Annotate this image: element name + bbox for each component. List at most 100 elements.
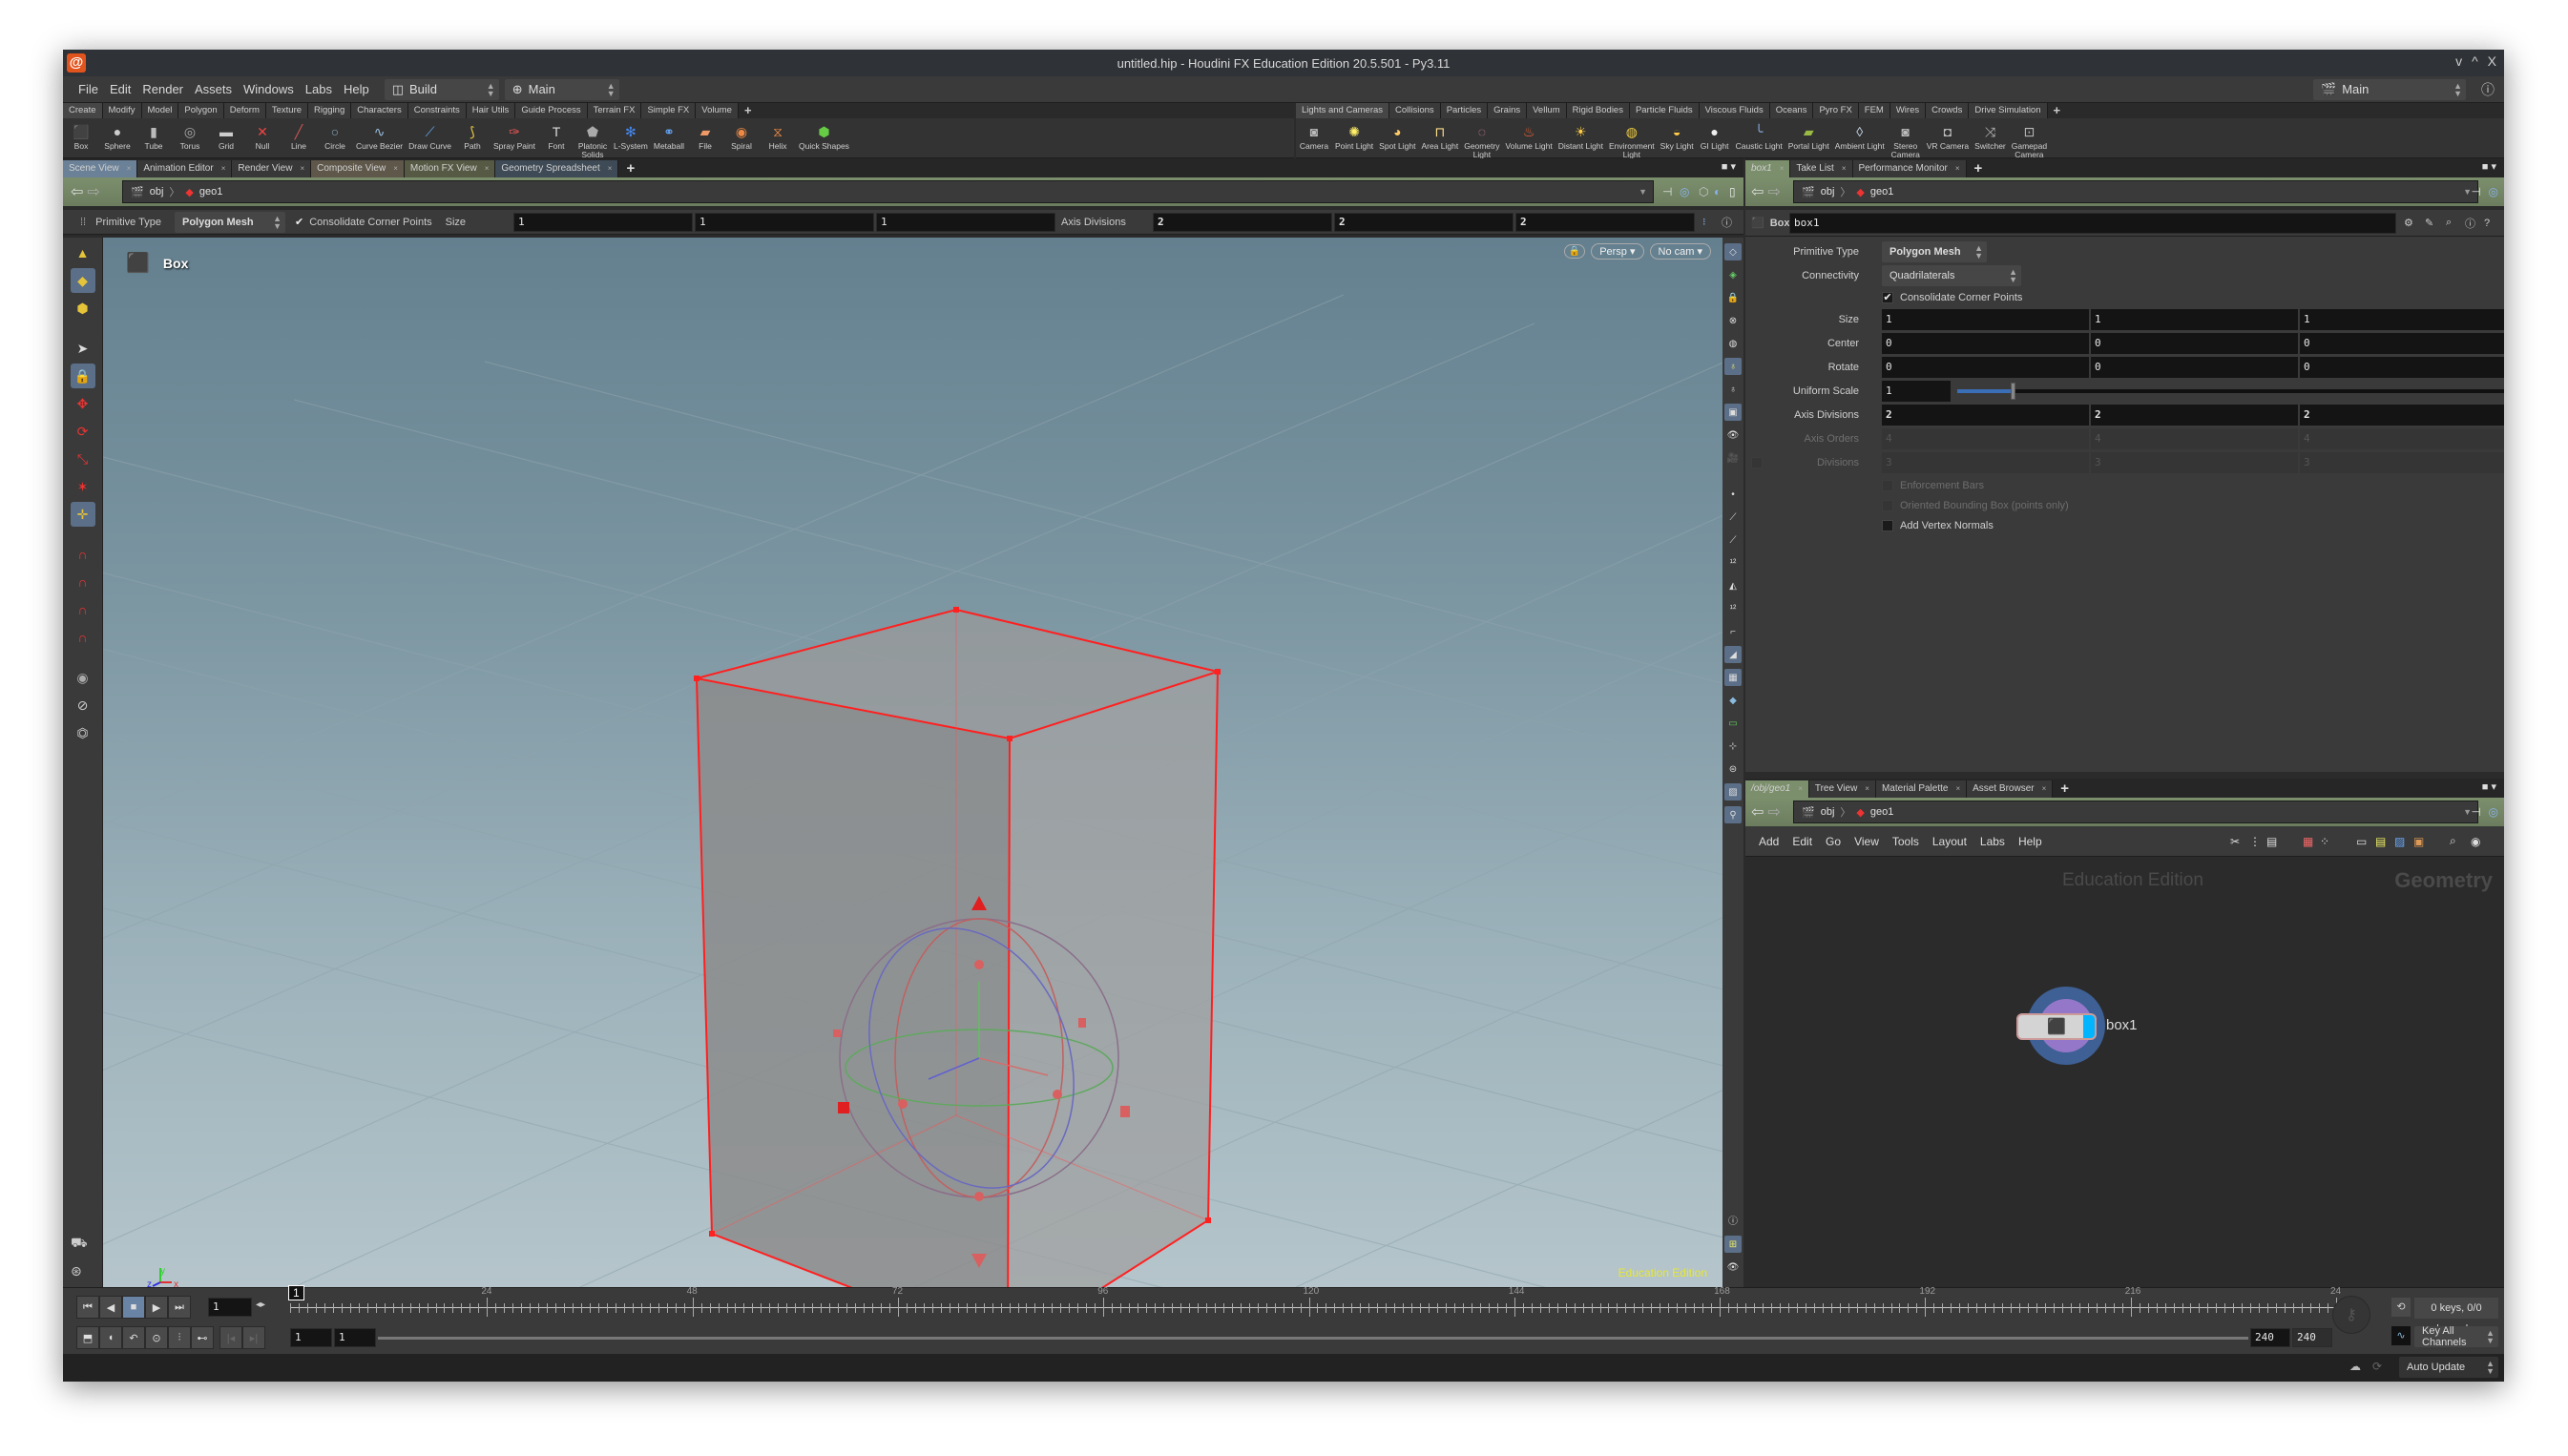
move-tool-icon[interactable]: ✥ xyxy=(71,391,95,416)
net-menu-go[interactable]: Go xyxy=(1826,835,1841,848)
add-tab-button[interactable]: + xyxy=(618,160,642,177)
shelf-tool-font[interactable]: T Font xyxy=(538,121,574,151)
shelf-tool-spot-light[interactable]: ◕ Spot Light xyxy=(1376,121,1418,151)
shelf-tab-texture[interactable]: Texture xyxy=(265,103,309,118)
light-off-icon[interactable]: ⊗ xyxy=(1724,312,1742,329)
axis-div-y-field[interactable]: 2 xyxy=(1334,212,1514,232)
keys-status-button[interactable]: 0 keys, 0/0 channels ▴ xyxy=(2414,1298,2498,1335)
uniform-scale-slider[interactable] xyxy=(1957,383,2504,400)
net-menu-add[interactable]: Add xyxy=(1759,835,1779,848)
color-palette-icon[interactable]: ▦ xyxy=(2303,835,2313,848)
shape-palette-icon[interactable]: ⁘ xyxy=(2320,835,2329,848)
visibility-icon[interactable]: 👁 xyxy=(1724,426,1742,444)
shelf-tool-l-system[interactable]: ✻ L-System xyxy=(611,121,651,151)
back-arrow-icon[interactable]: ⇦ xyxy=(1751,182,1764,201)
shelf-tab-drive-simulation[interactable]: Drive Simulation xyxy=(1969,103,2048,118)
path-obj[interactable]: obj xyxy=(1821,806,1835,818)
geometry-mode-icon[interactable]: ◆ xyxy=(70,268,95,293)
range-icon[interactable]: ⫶ xyxy=(168,1326,191,1349)
shelf-tab-simple-fx[interactable]: Simple FX xyxy=(641,103,697,118)
shelf-tool-area-light[interactable]: ⊓ Area Light xyxy=(1418,121,1461,151)
lock-camera-icon[interactable]: 🔒 xyxy=(1563,244,1586,259)
shelf-tool-caustic-light[interactable]: ╰ Caustic Light xyxy=(1733,121,1785,151)
rotate-tool-icon[interactable]: ⟳ xyxy=(71,419,95,444)
render-region-icon[interactable]: ⏣ xyxy=(71,720,95,745)
connectivity-dropdown[interactable]: Quadrilaterals ▲ ▼ xyxy=(1882,265,2021,286)
net-menu-edit[interactable]: Edit xyxy=(1792,835,1812,848)
shelf-tab-viscous-fluids[interactable]: Viscous Fluids xyxy=(1699,103,1770,118)
brush-icon[interactable]: ✎ xyxy=(2425,217,2433,229)
shelf-tab-rigging[interactable]: Rigging xyxy=(308,103,352,118)
range-end-field[interactable]: 240 xyxy=(2292,1328,2332,1347)
shelf-tab-hair-utils[interactable]: Hair Utils xyxy=(466,103,516,118)
net-menu-view[interactable]: View xyxy=(1854,835,1879,848)
shelf-tool-volume-light[interactable]: ♨ Volume Light xyxy=(1503,121,1555,151)
axis-div-z-field[interactable]: 2 xyxy=(2300,405,2504,426)
shelf-tool-spray-paint[interactable]: ✑ Spray Paint xyxy=(491,121,538,151)
backface-icon[interactable]: ◆ xyxy=(1724,692,1742,709)
jump-start-button[interactable]: ⏮ xyxy=(76,1296,99,1319)
sticky-note-icon[interactable]: ▤ xyxy=(2375,835,2386,848)
box-geometry[interactable] xyxy=(694,607,1221,1287)
desktop-dropdown[interactable]: ◫ Build ▲ ▼ xyxy=(384,78,499,100)
size-y-field[interactable]: 1 xyxy=(2091,309,2298,330)
shelf-tool-tube[interactable]: ▮ Tube xyxy=(136,121,172,151)
size-y-field[interactable]: 1 xyxy=(695,212,874,232)
search-icon[interactable]: ⌕ xyxy=(2450,834,2456,848)
link-icon[interactable]: ◎ xyxy=(2489,185,2498,198)
step-frame-icon[interactable]: ◂▸ xyxy=(256,1300,265,1310)
tab-render-view[interactable]: Render View × xyxy=(232,160,312,177)
rotate-z-field[interactable]: 0 xyxy=(2300,357,2504,378)
loop-icon[interactable]: ↶ xyxy=(122,1326,145,1349)
shelf-tab-volume[interactable]: Volume xyxy=(696,103,739,118)
shelf-tab-constraints[interactable]: Constraints xyxy=(407,103,467,118)
close-tab-icon[interactable]: × xyxy=(1842,160,1847,177)
shelf-tool-ambient-light[interactable]: ◊ Ambient Light xyxy=(1832,121,1888,151)
snap-grid-icon[interactable]: ∩ xyxy=(71,542,95,567)
shelf-tool-circle[interactable]: ○ Circle xyxy=(317,121,353,151)
lighting-icon[interactable]: ◐ xyxy=(1714,185,1721,198)
shelf-tool-torus[interactable]: ◎ Torus xyxy=(172,121,208,151)
eye-icon[interactable]: 👁 xyxy=(1724,1258,1742,1276)
shelf-tab-oceans[interactable]: Oceans xyxy=(1769,103,1814,118)
vertex-normals-icon[interactable]: ⟋ xyxy=(1724,531,1742,549)
path-obj[interactable]: obj xyxy=(1821,186,1835,198)
profile-curves-icon[interactable]: ⌐ xyxy=(1724,623,1742,640)
key-mode-dropdown[interactable]: Key All Channels ▲ ▼ xyxy=(2414,1325,2498,1348)
menu-windows[interactable]: Windows xyxy=(238,82,300,96)
shading-icon[interactable]: ◍ xyxy=(1724,335,1742,352)
shelf-tab-vellum[interactable]: Vellum xyxy=(1527,103,1567,118)
key-icon[interactable]: ⚷ xyxy=(2332,1296,2370,1334)
point-numbers-icon[interactable]: ¹² xyxy=(1724,554,1742,572)
camera-visibility-icon[interactable]: 🎥 xyxy=(1724,449,1742,467)
shelf-tab-guide-process[interactable]: Guide Process xyxy=(515,103,588,118)
close-tab-icon[interactable]: × xyxy=(221,160,226,177)
close-tab-icon[interactable]: × xyxy=(485,160,490,177)
search-icon[interactable]: ⌕ xyxy=(2446,217,2452,229)
shelf-tool-metaball[interactable]: ⚭ Metaball xyxy=(651,121,687,151)
tab-motion-fx-view[interactable]: Motion FX View × xyxy=(404,160,496,177)
shelf-tab-terrain-fx[interactable]: Terrain FX xyxy=(587,103,642,118)
tab-asset-browser[interactable]: Asset Browser × xyxy=(1967,780,2054,798)
realtime-icon[interactable]: ⬒ xyxy=(76,1326,99,1349)
object-mode-icon[interactable]: ▲ xyxy=(71,240,95,265)
right-desktop-dropdown[interactable]: 🎬 Main ▲ ▼ xyxy=(2313,78,2466,100)
update-mode-dropdown[interactable]: Auto Update ▲ ▼ xyxy=(2399,1357,2498,1378)
shelf-tool-line[interactable]: ╱ Line xyxy=(281,121,317,151)
path-dropdown-icon[interactable]: ▼ xyxy=(1639,187,1647,197)
minimize-button[interactable]: v xyxy=(2455,53,2462,69)
tab-take-list[interactable]: Take List × xyxy=(1790,160,1853,177)
size-x-field[interactable]: 1 xyxy=(513,212,693,232)
handle-icon[interactable]: ⁞⁞ xyxy=(80,217,86,228)
add-tab-button[interactable]: + xyxy=(2053,780,2077,798)
view-tool-icon[interactable]: ⊘ xyxy=(71,693,95,718)
forward-arrow-icon[interactable]: ⇨ xyxy=(1767,182,1780,201)
wrench-icon[interactable]: ✂ xyxy=(2230,835,2240,848)
oriented-bbox-checkbox[interactable] xyxy=(1882,500,1893,511)
shelf-tab-crowds[interactable]: Crowds xyxy=(1926,103,1970,118)
background-image-icon[interactable]: ▨ xyxy=(2394,835,2405,848)
help-icon[interactable]: ? xyxy=(2484,218,2490,229)
marker-icon[interactable]: ⚲ xyxy=(1724,806,1742,823)
menu-help[interactable]: Help xyxy=(338,82,375,96)
node-name-field[interactable]: box1 xyxy=(1789,212,2396,234)
